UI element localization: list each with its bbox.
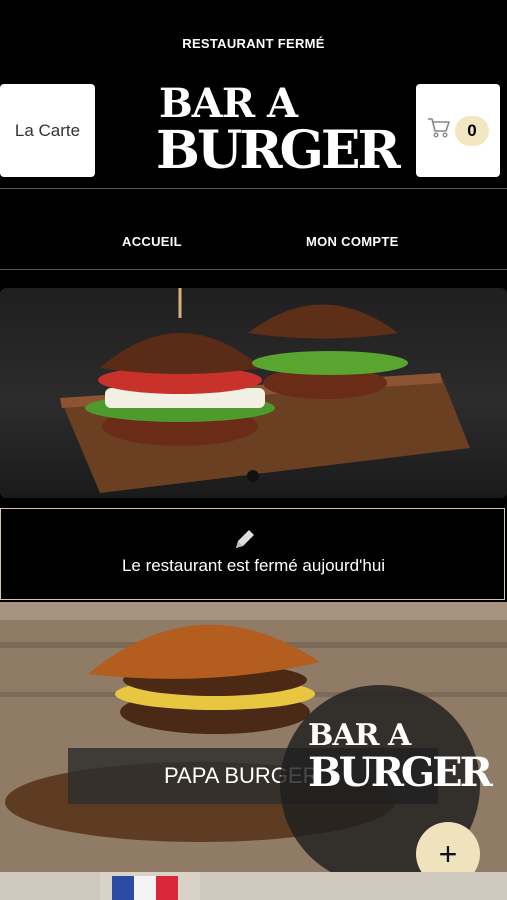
cart-count-badge: 0 (455, 115, 489, 146)
logo-line-2: BURGER (156, 120, 401, 181)
carousel-indicator-dot[interactable] (247, 470, 259, 482)
plus-icon: + (438, 835, 458, 872)
burgers-photo (60, 288, 470, 493)
header-divider (0, 188, 507, 189)
overlay-logo-line-2: BURGER (308, 749, 493, 796)
flag-decoration (100, 872, 200, 900)
closed-notice-text: Le restaurant est fermé aujourd'hui (121, 556, 386, 575)
nav-account[interactable]: MON COMPTE (306, 234, 399, 249)
pencil-icon (232, 526, 258, 552)
brand-logo[interactable]: BAR A BURGER (150, 80, 401, 181)
hero-carousel-image[interactable] (0, 288, 507, 498)
cart-button[interactable]: 0 (416, 84, 500, 177)
next-product-image[interactable] (0, 872, 507, 900)
cart-icon (427, 117, 451, 144)
restaurant-status: RESTAURANT FERMÉ (182, 36, 325, 51)
closed-notice-box (0, 508, 505, 600)
nav-divider (0, 269, 507, 270)
menu-card-button[interactable]: La Carte (0, 84, 95, 177)
overlay-logo-line-1: BAR A (308, 718, 411, 753)
overlay-logo: BAR A BURGER (308, 718, 493, 796)
nav-home[interactable]: ACCUEIL (122, 234, 182, 249)
